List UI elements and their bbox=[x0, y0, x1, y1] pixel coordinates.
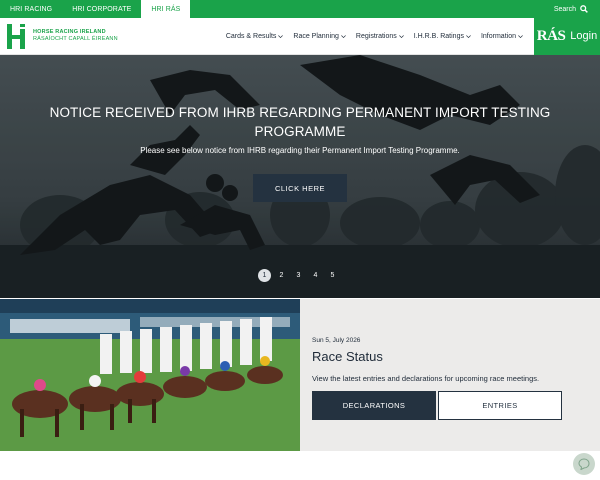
chevron-down-icon bbox=[341, 34, 346, 38]
chat-icon bbox=[578, 458, 590, 470]
chat-button[interactable] bbox=[573, 453, 595, 475]
ras-logo: RÁS bbox=[536, 27, 566, 44]
nav-race-planning[interactable]: Race Planning bbox=[288, 33, 351, 40]
nav-label: Race Planning bbox=[293, 32, 339, 40]
race-status-description: View the latest entries and declarations… bbox=[312, 374, 540, 383]
nav-label: Information bbox=[480, 32, 516, 40]
click-here-button[interactable]: CLICK HERE bbox=[253, 174, 347, 202]
nav-label: Registrations bbox=[355, 32, 397, 40]
search-button[interactable]: Search bbox=[554, 5, 600, 13]
nav-ihrb-ratings[interactable]: I.H.R.B. Ratings bbox=[409, 33, 476, 40]
chevron-down-icon bbox=[518, 34, 523, 38]
chevron-down-icon bbox=[278, 34, 284, 38]
hero-title: NOTICE RECEIVED FROM IHRB REGARDING PERM… bbox=[49, 105, 551, 139]
carousel-pagination: 1 2 3 4 5 bbox=[258, 269, 339, 282]
main-header: HORSE RACING IRELAND RÁSAÍOCHT CAPALL ÉI… bbox=[0, 17, 600, 55]
nav-cards-results[interactable]: Cards & Results bbox=[221, 33, 289, 40]
carousel-page-2[interactable]: 2 bbox=[275, 269, 288, 282]
brand-line-1: HORSE RACING IRELAND bbox=[33, 29, 106, 35]
hero-carousel: NOTICE RECEIVED FROM IHRB REGARDING PERM… bbox=[0, 55, 600, 298]
entries-button[interactable]: ENTRIES bbox=[438, 391, 562, 420]
hero-subtitle: Please see below notice from IHRB regard… bbox=[140, 146, 460, 155]
ras-login-button[interactable]: RÁS Login bbox=[534, 17, 600, 55]
nav-label: I.H.R.B. Ratings bbox=[413, 32, 464, 40]
top-bar: HRI RACING HRI CORPORATE HRI RÁS Search bbox=[0, 0, 600, 18]
nav-information[interactable]: Information bbox=[476, 33, 528, 40]
carousel-page-4[interactable]: 4 bbox=[309, 269, 322, 282]
toplink-hri-ras[interactable]: HRI RÁS bbox=[141, 0, 191, 18]
brand-line-2: RÁSAÍOCHT CAPALL ÉIREANN bbox=[33, 36, 118, 42]
declarations-button[interactable]: DECLARATIONS bbox=[312, 391, 436, 420]
toplink-hri-corporate[interactable]: HRI CORPORATE bbox=[62, 0, 141, 18]
carousel-page-1[interactable]: 1 bbox=[258, 269, 271, 282]
hri-logo-mark bbox=[6, 21, 30, 51]
race-start-photo bbox=[0, 299, 300, 451]
hri-logo[interactable]: HORSE RACING IRELAND RÁSAÍOCHT CAPALL ÉI… bbox=[6, 21, 118, 51]
toplink-hri-racing[interactable]: HRI RACING bbox=[0, 0, 62, 18]
race-status-title: Race Status bbox=[312, 349, 383, 364]
main-nav: Cards & Results Race Planning Registrati… bbox=[221, 17, 600, 55]
nav-registrations[interactable]: Registrations bbox=[351, 33, 409, 40]
race-status-panel: Sun 5, July 2026 Race Status View the la… bbox=[300, 299, 600, 451]
race-status-date: Sun 5, July 2026 bbox=[312, 337, 361, 344]
search-label: Search bbox=[553, 5, 576, 13]
carousel-page-3[interactable]: 3 bbox=[292, 269, 305, 282]
carousel-page-5[interactable]: 5 bbox=[326, 269, 339, 282]
login-label: Login bbox=[570, 30, 598, 42]
search-icon bbox=[580, 5, 588, 13]
nav-label: Cards & Results bbox=[225, 32, 277, 40]
chevron-down-icon bbox=[466, 34, 471, 38]
chevron-down-icon bbox=[398, 34, 404, 38]
